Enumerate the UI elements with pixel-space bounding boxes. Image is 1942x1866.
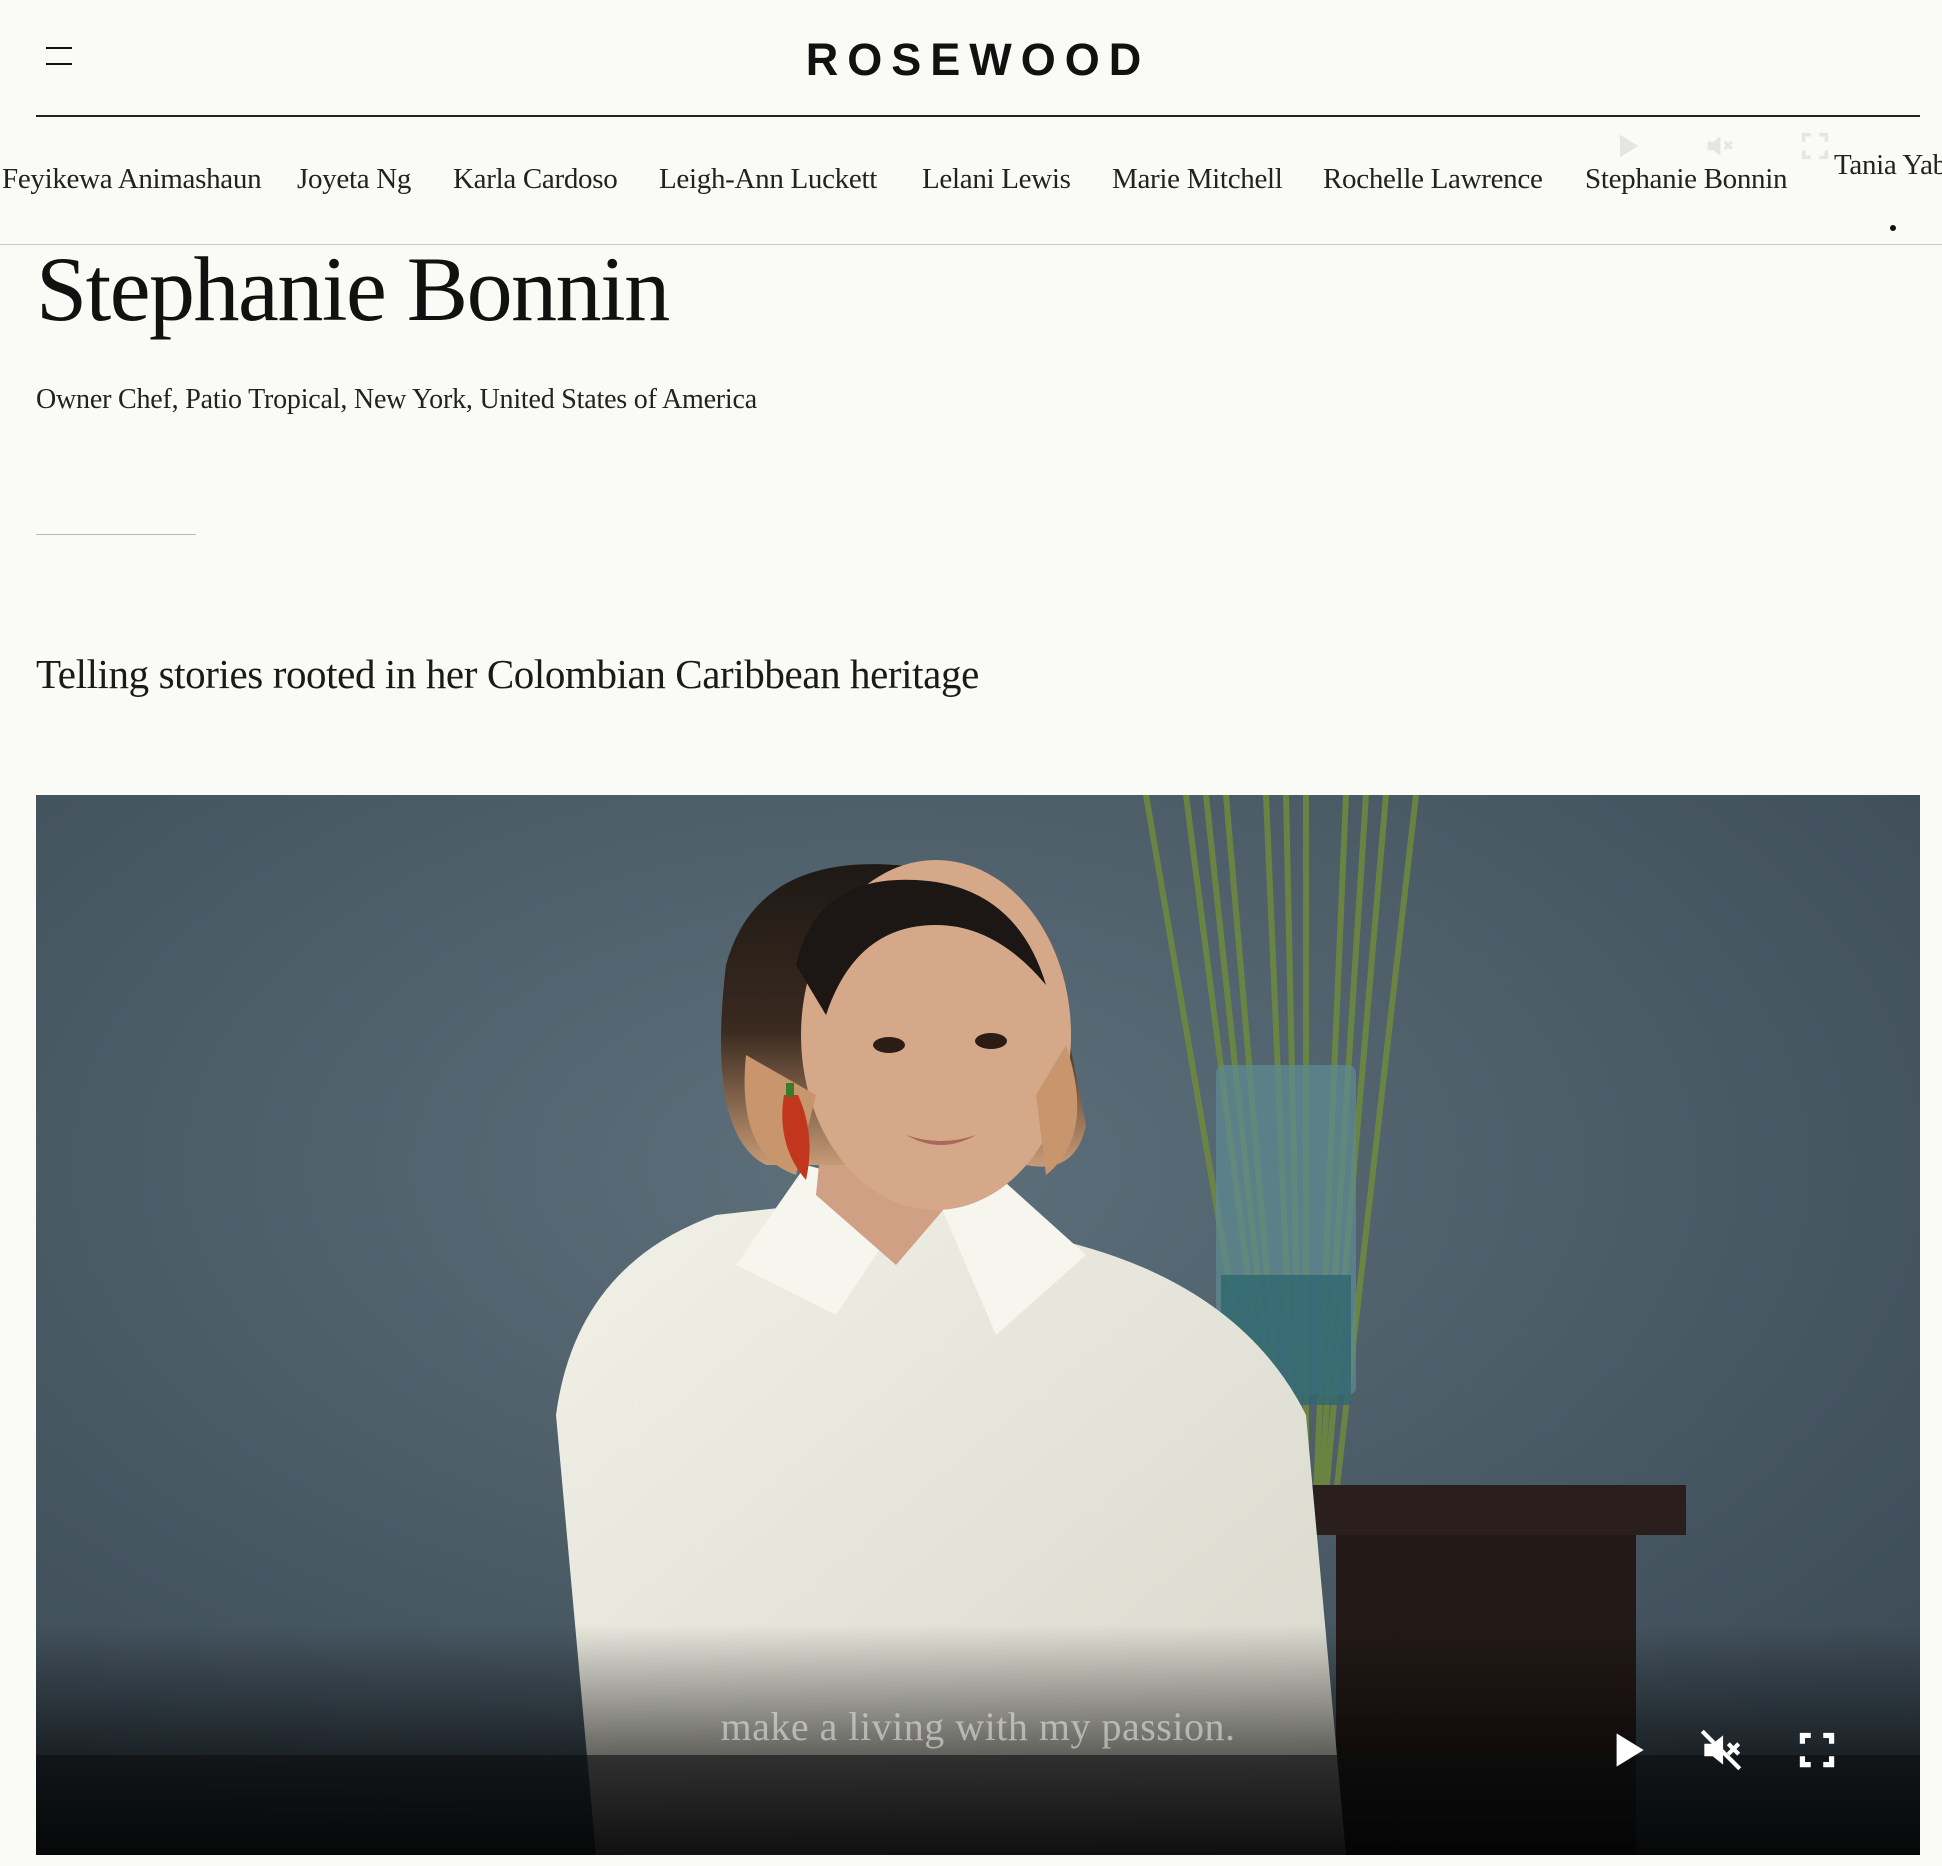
site-header: ROSEWOOD <box>0 0 1942 118</box>
chef-role: Owner Chef, Patio Tropical, New York, Un… <box>36 384 757 415</box>
volume-muted-icon[interactable] <box>1696 1725 1746 1775</box>
chef-name-link[interactable]: Karla Cardoso <box>453 163 618 196</box>
chef-name-link[interactable]: Joyeta Ng <box>297 163 411 196</box>
story-tagline: Telling stories rooted in her Colombian … <box>36 651 979 697</box>
section-divider <box>36 534 196 535</box>
site-logo[interactable]: ROSEWOOD <box>0 34 1942 86</box>
chef-name-link[interactable]: Lelani Lewis <box>922 163 1071 196</box>
volume-muted-icon <box>1702 129 1736 168</box>
chef-name-link[interactable]: Feyikewa Animashaun <box>2 163 262 196</box>
chef-name-link[interactable]: Tania Yab <box>1834 149 1942 231</box>
page: ROSEWOOD Feyikewa Animashaun Joyeta Ng K… <box>0 0 1942 1866</box>
chef-name-link[interactable]: Rochelle Lawrence <box>1323 163 1543 196</box>
page-title: Stephanie Bonnin <box>36 238 670 340</box>
chef-name-link[interactable]: Leigh-Ann Luckett <box>659 163 877 196</box>
play-icon[interactable] <box>1602 1725 1652 1775</box>
header-divider <box>36 115 1920 117</box>
chef-name-link[interactable]: Marie Mitchell <box>1112 163 1283 196</box>
video-player[interactable]: make a living with my passion. <box>36 795 1920 1855</box>
fullscreen-icon <box>1798 129 1832 168</box>
fullscreen-icon[interactable] <box>1792 1725 1842 1775</box>
chef-names-carousel[interactable]: Feyikewa Animashaun Joyeta Ng Karla Card… <box>0 119 1942 245</box>
play-icon <box>1610 129 1644 168</box>
